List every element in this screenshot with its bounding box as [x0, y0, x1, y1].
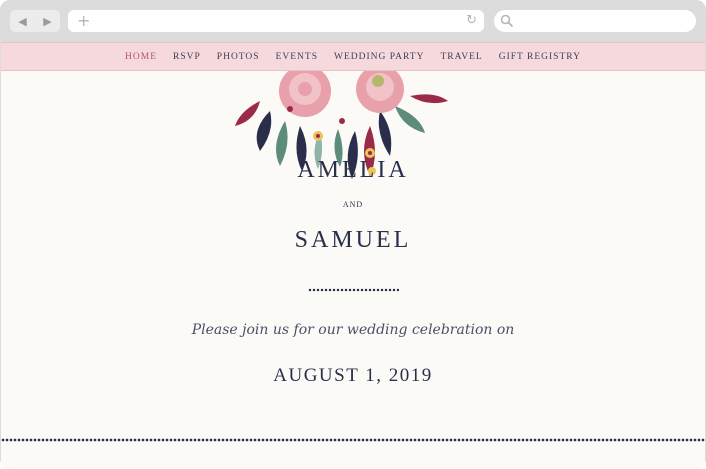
bottom-dotted-divider	[1, 438, 705, 442]
wedding-site: HOME RSVP PHOTOS EVENTS WEDDING PARTY TR…	[1, 42, 705, 469]
site-nav: HOME RSVP PHOTOS EVENTS WEDDING PARTY TR…	[1, 42, 705, 71]
nav-events[interactable]: EVENTS	[276, 52, 318, 62]
forward-arrow-icon[interactable]: ▶	[43, 16, 51, 27]
partner-name-2: SAMUEL	[294, 227, 412, 253]
and-separator: and	[342, 198, 364, 210]
browser-window: ◀ ▶ + ↻ HOME RSVP PHOTOS EVENTS WEDDING …	[0, 0, 706, 469]
nav-gift-registry[interactable]: GIFT REGISTRY	[499, 52, 581, 62]
nav-travel[interactable]: TRAVEL	[440, 52, 482, 62]
nav-wedding-party[interactable]: WEDDING PARTY	[334, 52, 424, 62]
invitation-text: Please join us for our wedding celebrati…	[191, 322, 515, 338]
browser-toolbar: ◀ ▶ + ↻	[0, 0, 706, 42]
address-bar[interactable]: + ↻	[68, 10, 484, 32]
search-input[interactable]	[494, 10, 696, 32]
back-arrow-icon[interactable]: ◀	[18, 16, 26, 27]
wedding-date: AUGUST 1, 2019	[273, 365, 433, 386]
nav-photos[interactable]: PHOTOS	[217, 52, 260, 62]
dotted-divider	[308, 288, 399, 292]
reload-icon[interactable]: ↻	[466, 12, 477, 30]
search-icon	[500, 14, 514, 28]
nav-rsvp[interactable]: RSVP	[173, 52, 201, 62]
history-buttons: ◀ ▶	[10, 10, 60, 32]
partner-name-1: AMELIA	[297, 157, 409, 183]
plus-icon[interactable]: +	[77, 12, 90, 30]
nav-home[interactable]: HOME	[125, 52, 157, 62]
